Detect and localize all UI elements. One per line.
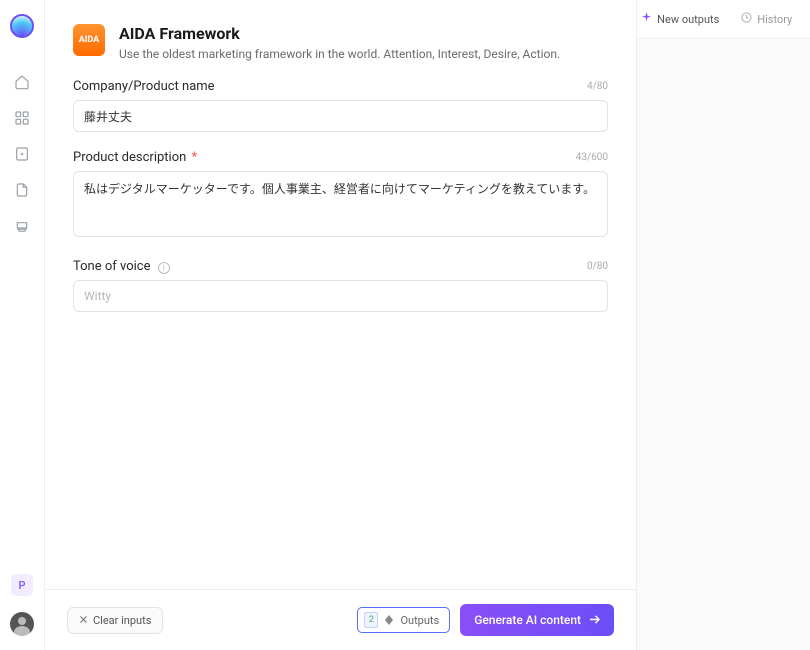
- description-label: Product description *: [73, 150, 197, 165]
- user-avatar[interactable]: [10, 612, 34, 636]
- field-tone: Tone of voice i 0/80: [73, 259, 608, 312]
- templates-icon[interactable]: [14, 110, 30, 126]
- clock-icon: [741, 12, 752, 26]
- page-subtitle: Use the oldest marketing framework in th…: [119, 47, 560, 61]
- company-label: Company/Product name: [73, 79, 215, 94]
- main-panel: AIDA AIDA Framework Use the oldest marke…: [45, 0, 637, 650]
- outputs-value: 2: [364, 612, 378, 628]
- profile-badge[interactable]: P: [11, 574, 33, 596]
- clear-inputs-button[interactable]: Clear inputs: [67, 607, 163, 634]
- description-input[interactable]: [73, 171, 608, 237]
- info-icon[interactable]: i: [158, 262, 170, 274]
- outputs-stepper[interactable]: 2 Outputs: [357, 607, 450, 633]
- tone-input[interactable]: [73, 280, 608, 312]
- template-header: AIDA AIDA Framework Use the oldest marke…: [45, 0, 636, 75]
- home-icon[interactable]: [14, 74, 30, 90]
- tab-new-outputs[interactable]: New outputs: [637, 0, 724, 38]
- arrow-right-icon: [589, 613, 600, 627]
- outputs-label: Outputs: [400, 614, 439, 627]
- tone-label: Tone of voice i: [73, 259, 170, 274]
- page-title: AIDA Framework: [119, 24, 560, 43]
- output-icon[interactable]: [14, 218, 30, 234]
- form-footer: Clear inputs 2 Outputs Generate AI conte…: [45, 589, 636, 650]
- app-logo[interactable]: [10, 14, 34, 38]
- field-company: Company/Product name 4/80: [73, 79, 608, 132]
- tone-counter: 0/80: [587, 261, 608, 272]
- company-input[interactable]: [73, 100, 608, 132]
- input-form: Company/Product name 4/80 Product descri…: [45, 75, 636, 312]
- company-counter: 4/80: [587, 81, 608, 92]
- description-counter: 43/600: [576, 152, 608, 163]
- field-description: Product description * 43/600: [73, 150, 608, 241]
- generate-button[interactable]: Generate AI content: [460, 604, 614, 636]
- file-icon[interactable]: [14, 182, 30, 198]
- stepper-arrows-icon[interactable]: [385, 615, 393, 625]
- output-panel: New outputs History: [637, 0, 810, 650]
- left-sidebar: P: [0, 0, 45, 650]
- documents-icon[interactable]: [14, 146, 30, 162]
- sparkle-icon: [641, 12, 652, 26]
- template-icon: AIDA: [73, 24, 105, 56]
- tab-history[interactable]: History: [724, 0, 810, 38]
- close-icon: [79, 614, 88, 627]
